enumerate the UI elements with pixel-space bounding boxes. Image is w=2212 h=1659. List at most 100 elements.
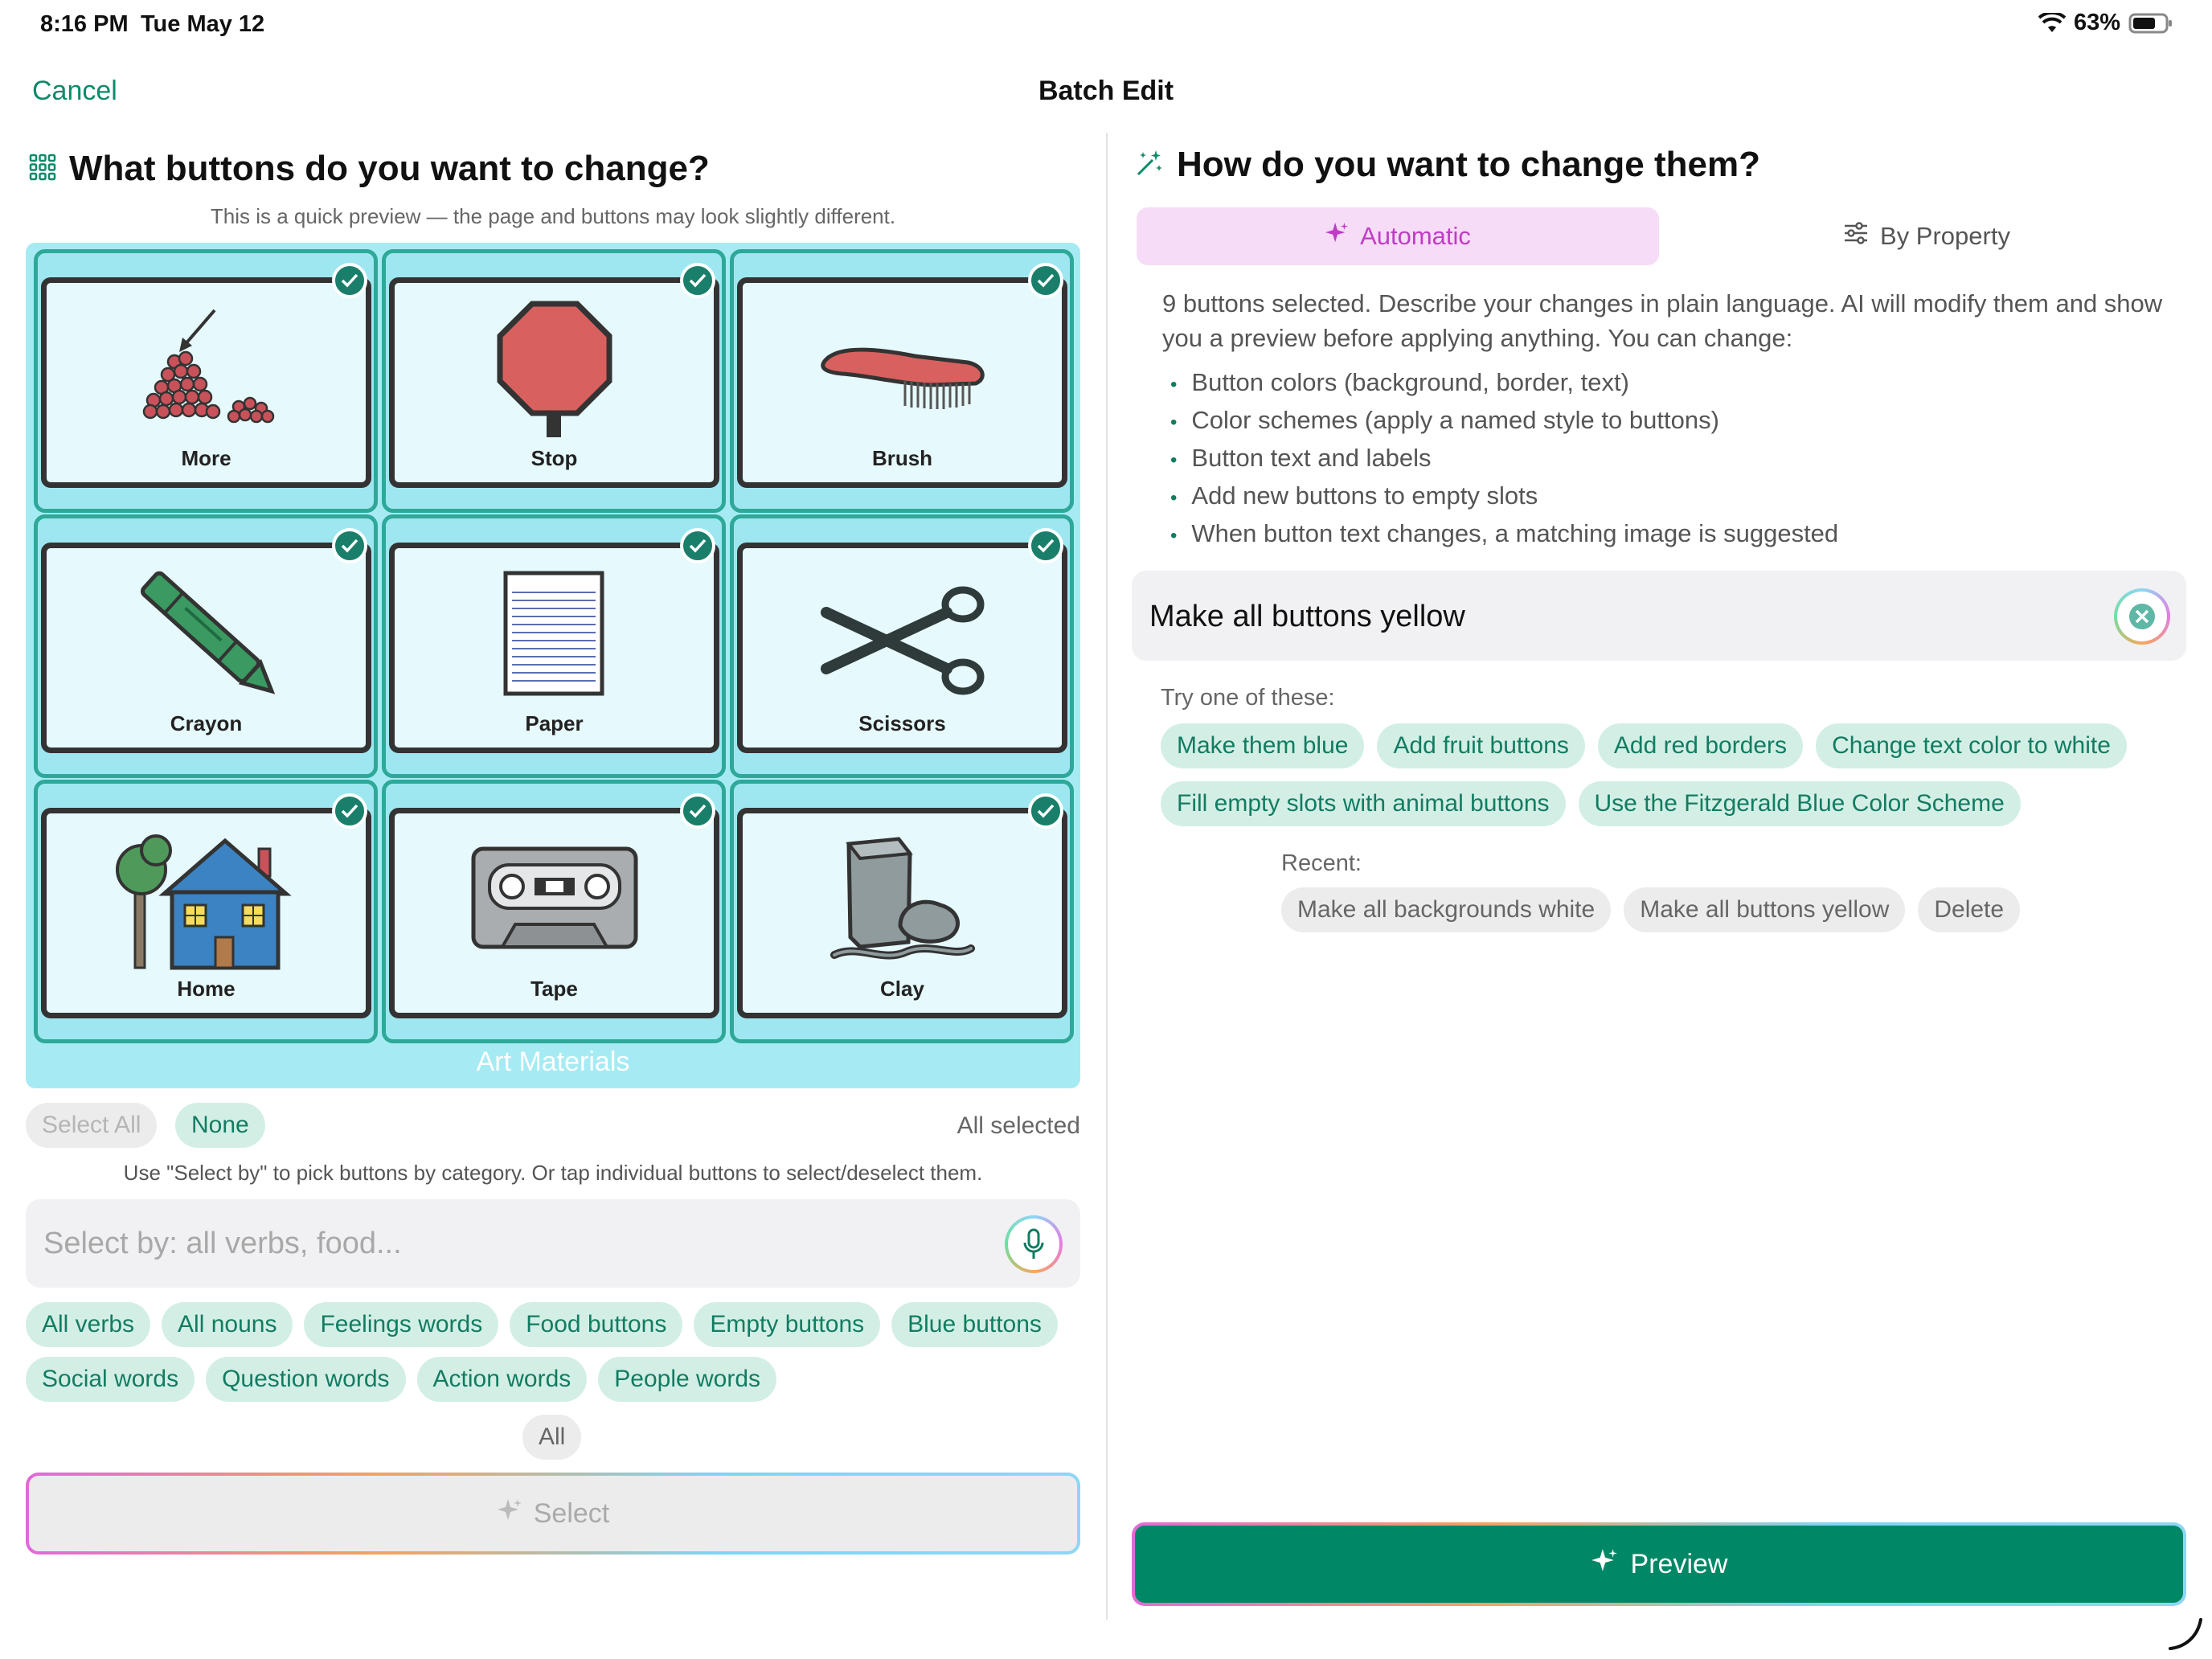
tab-automatic-label: Automatic	[1360, 222, 1471, 250]
group-label: Art Materials	[476, 1047, 630, 1077]
category-chips-row-2: Social words Question words Action words…	[26, 1357, 777, 1402]
chip-action-words[interactable]: Action words	[416, 1357, 588, 1402]
grid-button-label: Brush	[871, 446, 933, 470]
grid-button-face: Tape	[389, 808, 719, 1018]
chip-all[interactable]: All	[522, 1415, 582, 1460]
list-item: Add new buttons to empty slots	[1170, 477, 1838, 514]
sliders-icon	[1843, 222, 1869, 251]
grid-button-crayon[interactable]: Crayon	[34, 514, 378, 778]
mode-segmented-control: Automatic By Property	[1137, 207, 2186, 265]
select-by-input[interactable]	[42, 1199, 966, 1288]
chip-question-words[interactable]: Question words	[206, 1357, 406, 1402]
suggestions-row-2: Fill empty slots with animal buttons Use…	[1161, 781, 2021, 826]
paper-icon	[395, 548, 714, 717]
chip-all-verbs[interactable]: All verbs	[26, 1302, 151, 1347]
grid-button-scissors[interactable]: Scissors	[730, 514, 1074, 778]
status-date: Tue May 12	[141, 11, 265, 37]
select-button-label: Select	[533, 1497, 610, 1529]
left-heading-text: What buttons do you want to change?	[69, 149, 710, 188]
change-prompt-text: Make all buttons yellow	[1149, 600, 1465, 633]
grid-button-label: Tape	[530, 977, 578, 1001]
right-heading-text: How do you want to change them?	[1177, 145, 1760, 184]
recent-make-buttons-yellow[interactable]: Make all buttons yellow	[1624, 887, 1906, 932]
grid-button-face: Crayon	[41, 543, 371, 753]
chip-blue-buttons[interactable]: Blue buttons	[891, 1302, 1058, 1347]
microphone-button[interactable]	[1005, 1215, 1063, 1273]
grid-button-tape[interactable]: Tape	[382, 780, 726, 1043]
check-icon	[1028, 793, 1063, 829]
status-right: 63%	[2038, 10, 2173, 36]
select-button[interactable]: Select	[26, 1473, 1080, 1555]
preview-note: This is a quick preview — the page and b…	[210, 204, 896, 228]
cassette-tape-icon	[395, 813, 714, 982]
tab-by-property[interactable]: By Property	[1667, 207, 2186, 265]
panel-divider	[1106, 133, 1108, 1620]
instructions-text: 9 buttons selected. Describe your change…	[1162, 289, 2163, 352]
microphone-icon	[1008, 1219, 1059, 1270]
check-icon	[680, 263, 715, 298]
cancel-button[interactable]: Cancel	[32, 76, 117, 107]
suggestion-change-text-color[interactable]: Change text color to white	[1816, 723, 2127, 768]
select-button-face: Select	[29, 1476, 1077, 1551]
clear-prompt-button[interactable]	[2114, 588, 2170, 645]
recent-delete[interactable]: Delete	[1918, 887, 2021, 932]
chip-food-buttons[interactable]: Food buttons	[510, 1302, 683, 1347]
preview-button-face: Preview	[1135, 1526, 2183, 1603]
check-icon	[1028, 263, 1063, 298]
page-title: Batch Edit	[1038, 76, 1174, 106]
grid-button-brush[interactable]: Brush	[730, 249, 1074, 513]
select-all-button[interactable]: Select All	[26, 1103, 158, 1148]
grid-button-paper[interactable]: Paper	[382, 514, 726, 778]
recent-make-backgrounds-white[interactable]: Make all backgrounds white	[1281, 887, 1612, 932]
recent-row: Make all backgrounds white Make all butt…	[1281, 887, 2021, 932]
preview-button[interactable]: Preview	[1132, 1522, 2186, 1606]
check-icon	[332, 263, 367, 298]
chip-feelings-words[interactable]: Feelings words	[304, 1302, 499, 1347]
grid-button-label: Stop	[530, 446, 578, 470]
crayon-icon	[47, 548, 366, 717]
suggestion-add-fruit-buttons[interactable]: Add fruit buttons	[1377, 723, 1585, 768]
grid-button-stop[interactable]: Stop	[382, 249, 726, 513]
house-icon	[47, 813, 366, 982]
grid-button-face: Home	[41, 808, 371, 1018]
sparkle-icon	[1591, 1547, 1618, 1582]
capabilities-list: Button colors (background, border, text)…	[1170, 363, 1838, 552]
grid-button-home[interactable]: Home	[34, 780, 378, 1043]
chip-social-words[interactable]: Social words	[26, 1357, 195, 1402]
grid-button-clay[interactable]: Clay	[730, 780, 1074, 1043]
battery-icon	[2128, 12, 2173, 35]
grid-button-label: Scissors	[858, 711, 946, 735]
wifi-icon	[2038, 12, 2066, 34]
suggestion-add-red-borders[interactable]: Add red borders	[1597, 723, 1804, 768]
change-prompt-field[interactable]: Make all buttons yellow	[1132, 571, 2186, 661]
sparkle-icon	[497, 1497, 522, 1530]
resize-handle-icon[interactable]	[2165, 1613, 2206, 1657]
chip-all-nouns[interactable]: All nouns	[162, 1302, 293, 1347]
list-item: When button text changes, a matching ima…	[1170, 514, 1838, 552]
grid-button-face: Brush	[737, 277, 1067, 488]
suggestion-fill-empty-slots[interactable]: Fill empty slots with animal buttons	[1161, 781, 1566, 826]
select-none-button[interactable]: None	[175, 1103, 265, 1148]
grid-button-face: More	[41, 277, 371, 488]
grid-button-face: Paper	[389, 543, 719, 753]
check-icon	[680, 793, 715, 829]
check-icon	[332, 793, 367, 829]
tab-automatic[interactable]: Automatic	[1137, 207, 1659, 265]
selection-hint: Use "Select by" to pick buttons by categ…	[123, 1161, 983, 1185]
left-heading: What buttons do you want to change?	[29, 149, 710, 189]
magic-wand-icon	[1135, 149, 1164, 182]
recent-label: Recent:	[1281, 850, 1362, 876]
chip-people-words[interactable]: People words	[598, 1357, 777, 1402]
list-item: Button colors (background, border, text)	[1170, 363, 1838, 401]
grid-button-more[interactable]: More	[34, 249, 378, 513]
chip-empty-buttons[interactable]: Empty buttons	[694, 1302, 881, 1347]
suggestions-label: Try one of these:	[1161, 685, 1335, 711]
battery-percent: 63%	[2073, 10, 2120, 35]
status-bar: 8:16 PM Tue May 12 63%	[0, 0, 2212, 51]
close-icon	[2117, 592, 2167, 641]
list-item: Button text and labels	[1170, 439, 1838, 477]
grid-button-face: Stop	[389, 277, 719, 488]
suggestion-fitzgerald-scheme[interactable]: Use the Fitzgerald Blue Color Scheme	[1578, 781, 2021, 826]
suggestion-make-them-blue[interactable]: Make them blue	[1161, 723, 1365, 768]
check-icon	[1028, 528, 1063, 563]
